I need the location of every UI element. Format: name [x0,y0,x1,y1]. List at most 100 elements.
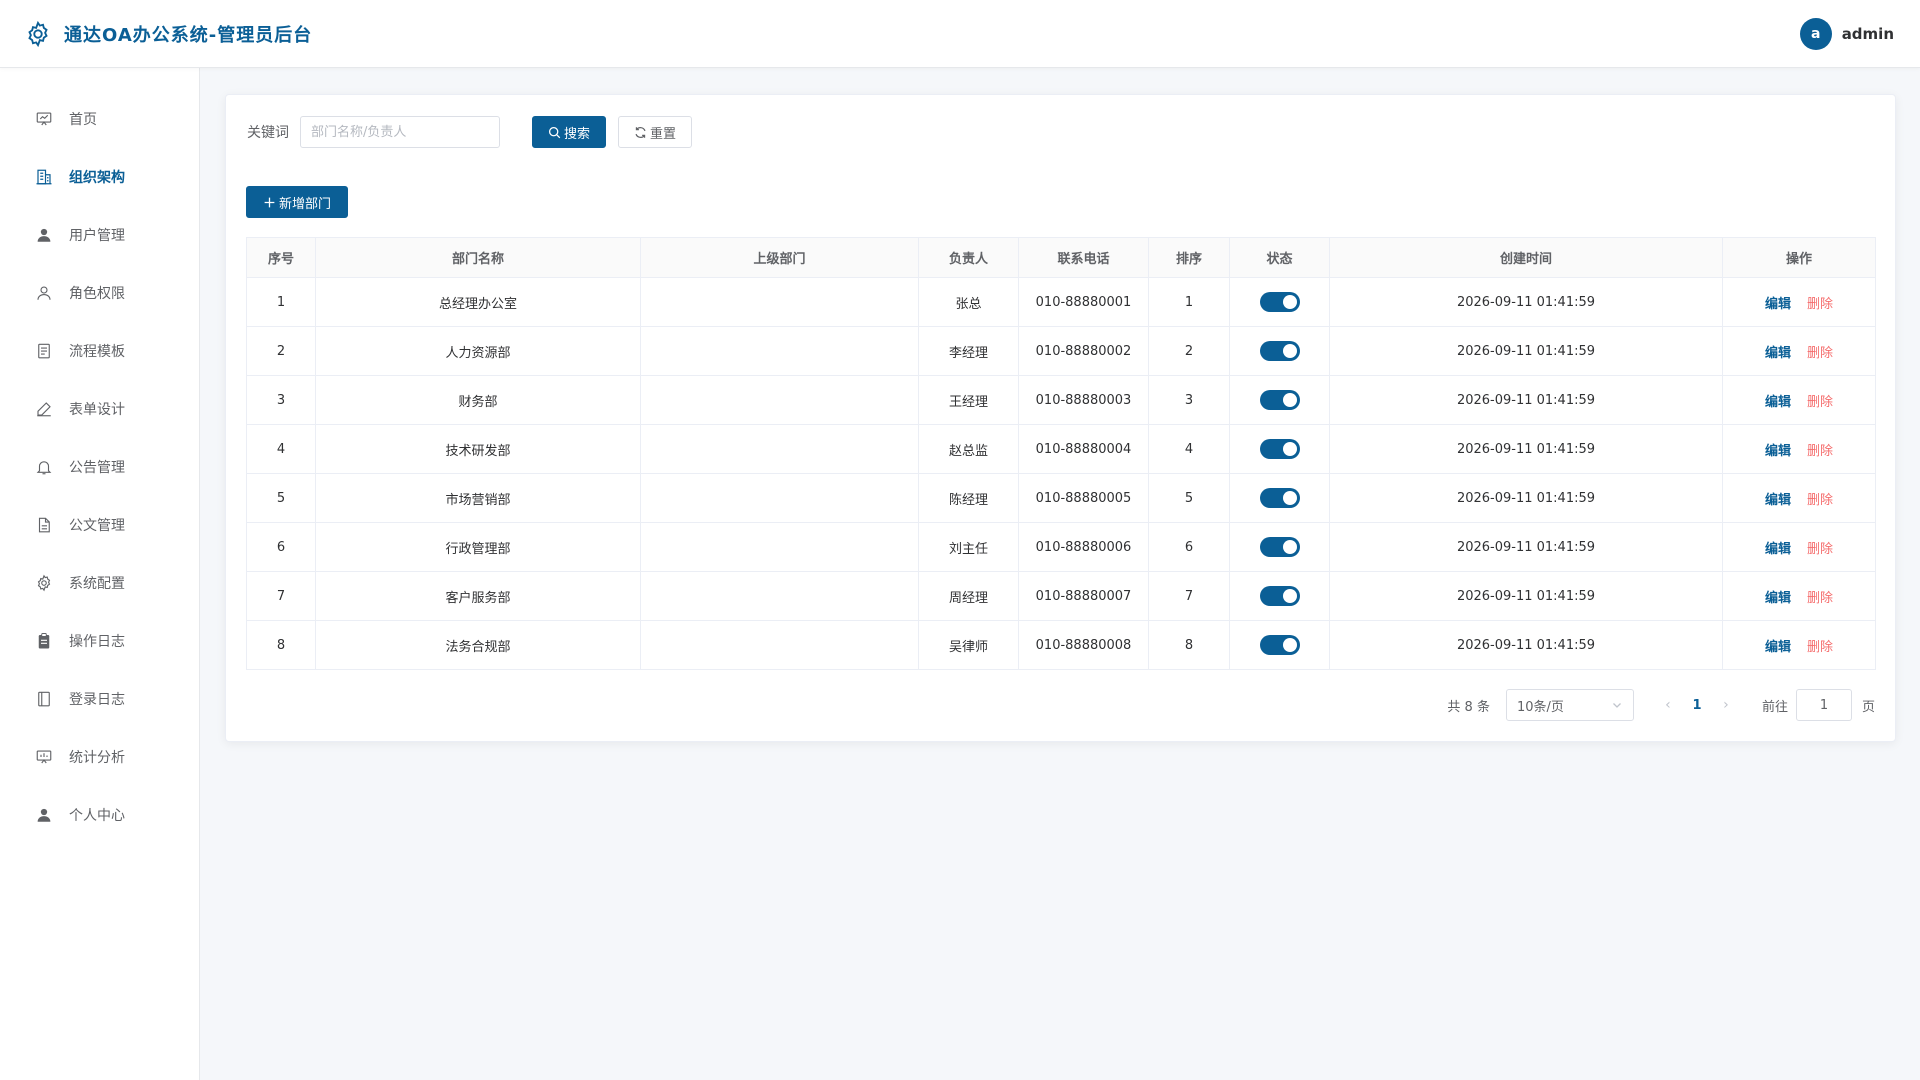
sidebar-item-label: 系统配置 [69,576,125,592]
cell-department-name: 总经理办公室 [315,277,641,327]
delete-button[interactable]: 删除 [1807,542,1833,557]
cell-phone: 010-88880003 [1018,375,1149,425]
clipboard-icon [38,633,50,649]
top-header: 通达OA办公系统-管理员后台 a admin [0,0,1920,68]
add-department-button[interactable]: 新增部门 [246,186,348,218]
delete-button[interactable]: 删除 [1807,493,1833,508]
status-toggle[interactable] [1259,635,1300,655]
user-outline-icon [37,286,51,300]
edit-button[interactable]: 编辑 [1765,542,1791,557]
status-toggle[interactable] [1259,390,1300,410]
status-toggle[interactable] [1259,537,1300,557]
sidebar-item-documents[interactable]: 公文管理 [0,496,199,554]
cell-actions: 编辑 删除 [1722,522,1876,572]
edit-button[interactable]: 编辑 [1765,444,1791,459]
cell-index: 4 [246,424,316,474]
status-toggle[interactable] [1259,439,1300,459]
sidebar-item-org[interactable]: 组织架构 [0,148,199,206]
sidebar-item-form-design[interactable]: 表单设计 [0,380,199,438]
sidebar-item-profile[interactable]: 个人中心 [0,786,199,844]
sidebar-item-statistics[interactable]: 统计分析 [0,728,199,786]
sidebar-item-roles[interactable]: 角色权限 [0,264,199,322]
table-row: 4 技术研发部 赵总监 010-88880004 4 2026-09-11 01:41:5… [246,424,1876,474]
cell-status [1229,571,1330,621]
cell-phone: 010-88880002 [1018,326,1149,376]
goto-page-input[interactable] [1795,689,1852,721]
sidebar-item-login-logs[interactable]: 登录日志 [0,670,199,728]
cell-created-time: 2026-09-11 01:41:59 [1329,620,1723,670]
cell-manager: 张总 [918,277,1019,327]
delete-button[interactable]: 删除 [1807,444,1833,459]
delete-button[interactable]: 删除 [1807,395,1833,410]
status-toggle[interactable] [1259,292,1300,312]
table-row: 2 人力资源部 李经理 010-88880002 2 2026-09-11 01:41:5… [246,326,1876,376]
table-row: 6 行政管理部 刘主任 010-88880006 6 2026-09-11 01:41:5… [246,522,1876,572]
cell-manager: 李经理 [918,326,1019,376]
department-panel: 关键词 搜索 重置 新增部门 序号 部门名称 上级部门 负责人 联系电话 排序 [225,94,1896,742]
page-size-select[interactable]: 10条/页 [1505,689,1634,721]
prev-page-button[interactable]: ‹ [1654,697,1682,713]
edit-button[interactable]: 编辑 [1765,640,1791,655]
cell-index: 1 [246,277,316,327]
cell-status [1229,473,1330,523]
dashboard-icon [36,112,52,126]
cell-actions: 编辑 删除 [1722,326,1876,376]
cell-created-time: 2026-09-11 01:41:59 [1329,326,1723,376]
brand[interactable]: 通达OA办公系统-管理员后台 [24,20,312,48]
sidebar-item-home[interactable]: 首页 [0,90,199,148]
status-toggle[interactable] [1259,341,1300,361]
cell-parent-department [640,522,919,572]
cell-actions: 编辑 删除 [1722,473,1876,523]
notebook-icon [38,691,50,707]
cell-manager: 陈经理 [918,473,1019,523]
delete-button[interactable]: 删除 [1807,346,1833,361]
search-button[interactable]: 搜索 [532,116,606,148]
refresh-icon [635,126,646,138]
page-number-button[interactable]: 1 [1682,698,1712,713]
edit-button[interactable]: 编辑 [1765,395,1791,410]
column-header-index: 序号 [246,237,316,278]
cell-index: 2 [246,326,316,376]
next-page-button[interactable]: › [1712,697,1740,713]
edit-button[interactable]: 编辑 [1765,591,1791,606]
cell-created-time: 2026-09-11 01:41:59 [1329,473,1723,523]
status-toggle[interactable] [1259,488,1300,508]
sidebar-item-announcements[interactable]: 公告管理 [0,438,199,496]
sidebar-item-label: 公告管理 [69,460,125,476]
page-size-value: 10条/页 [1516,699,1564,715]
filter-bar: 关键词 搜索 重置 [247,116,692,148]
delete-button[interactable]: 删除 [1807,297,1833,312]
cell-sort: 6 [1148,522,1230,572]
edit-button[interactable]: 编辑 [1765,297,1791,312]
cell-sort: 4 [1148,424,1230,474]
cell-index: 8 [246,620,316,670]
gear-icon [37,574,51,592]
avatar[interactable]: a [1799,17,1832,50]
cell-manager: 刘主任 [918,522,1019,572]
sidebar-item-label: 个人中心 [69,808,125,824]
sidebar-item-users[interactable]: 用户管理 [0,206,199,264]
user-menu[interactable]: a admin [1799,17,1894,50]
reset-button[interactable]: 重置 [618,116,692,148]
delete-button[interactable]: 删除 [1807,640,1833,655]
edit-button[interactable]: 编辑 [1765,493,1791,508]
sidebar-item-operation-logs[interactable]: 操作日志 [0,612,199,670]
cell-created-time: 2026-09-11 01:41:59 [1329,522,1723,572]
app-title: 通达OA办公系统-管理员后台 [64,24,313,46]
cell-parent-department [640,375,919,425]
goto-label: 前往 [1761,699,1788,715]
keyword-input[interactable] [300,116,500,148]
search-icon [548,126,561,138]
cell-sort: 8 [1148,620,1230,670]
pagination: 共 8 条 10条/页 ‹ 1 › 前往 页 [1447,689,1875,721]
cell-actions: 编辑 删除 [1722,571,1876,621]
sidebar-item-system-config[interactable]: 系统配置 [0,554,199,612]
sidebar-item-flow-templates[interactable]: 流程模板 [0,322,199,380]
username[interactable]: admin [1842,25,1894,43]
delete-button[interactable]: 删除 [1807,591,1833,606]
cell-status [1229,375,1330,425]
status-toggle[interactable] [1259,586,1300,606]
edit-button[interactable]: 编辑 [1765,346,1791,361]
cell-manager: 王经理 [918,375,1019,425]
cell-department-name: 技术研发部 [315,424,641,474]
